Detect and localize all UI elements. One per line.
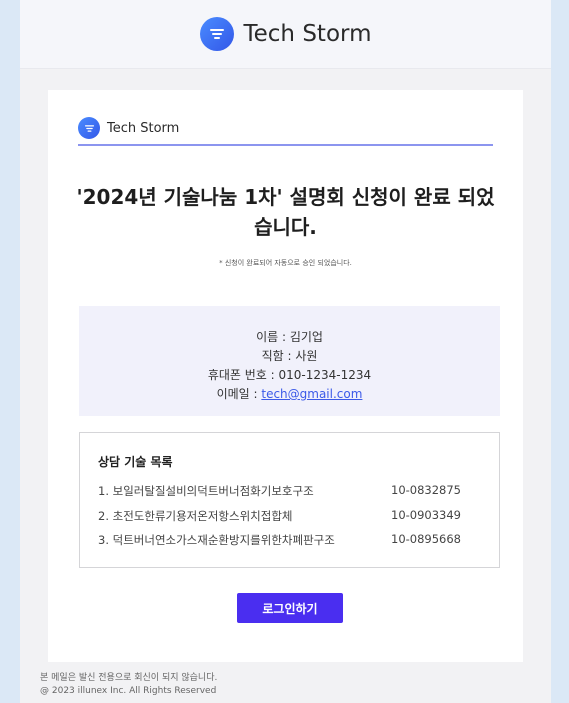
tech-item-code: 10-0895668 [391,532,461,546]
footer-copyright: @ 2023 illunex Inc. All Rights Reserved [40,686,217,696]
email-label: 이메일 : [216,387,262,401]
tech-item-name: 3. 덕트버너연소가스재순환방지를위한차폐판구조 [98,533,335,547]
phone-line: 휴대폰 번호 : 010-1234-1234 [207,368,372,382]
position-line: 직함 : 사원 [261,349,318,363]
tech-storm-logo-icon [199,17,234,51]
tech-list-item: 3. 덕트버너연소가스재순환방지를위한차폐판구조 10-0895668 [98,532,479,550]
brand-name: Tech Storm [243,21,372,47]
page-title: '2024년 기술나눔 1차' 설명회 신청이 완료 되었습니다. [76,185,495,239]
applicant-info-box: 이름 : 김기업 직함 : 사원 휴대폰 번호 : 010-1234-1234 … [79,306,500,416]
email-line: 이메일 : tech@gmail.com [79,385,500,404]
footer: 본 메일은 발신 전용으로 회신이 되지 않습니다. @ 2023 illune… [40,672,217,698]
top-header: Tech Storm [20,0,551,69]
tech-item-code: 10-0903349 [391,508,461,522]
tech-list-box: 상담 기술 목록 1. 보일러탈질설비의덕트버너점화기보호구조 10-08328… [79,432,500,568]
tech-list-item: 1. 보일러탈질설비의덕트버너점화기보호구조 10-0832875 [98,483,479,501]
tech-item-code: 10-0832875 [391,483,461,497]
name-line: 이름 : 김기업 [256,330,323,344]
login-button[interactable]: 로그인하기 [237,593,343,623]
tech-item-name: 1. 보일러탈질설비의덕트버너점화기보호구조 [98,484,314,498]
tech-item-name: 2. 초전도한류기용저온저항스위치접합체 [98,509,293,523]
footer-notice: 본 메일은 발신 전용으로 회신이 되지 않습니다. [40,673,218,683]
email-card: Tech Storm '2024년 기술나눔 1차' 설명회 신청이 완료 되었… [48,90,523,662]
tech-storm-logo-icon [78,117,100,139]
email-frame: Tech Storm Tech Storm '2024년 기술나눔 1차' 설명… [20,0,551,703]
approval-note: * 신청이 완료되어 자동으로 승인 되었습니다. [219,259,352,267]
email-link[interactable]: tech@gmail.com [261,387,362,401]
tech-list-item: 2. 초전도한류기용저온저항스위치접합체 10-0903349 [98,508,479,526]
card-header: Tech Storm [78,112,493,146]
tech-list-title: 상담 기술 목록 [98,455,173,469]
card-brand-name: Tech Storm [107,120,180,136]
